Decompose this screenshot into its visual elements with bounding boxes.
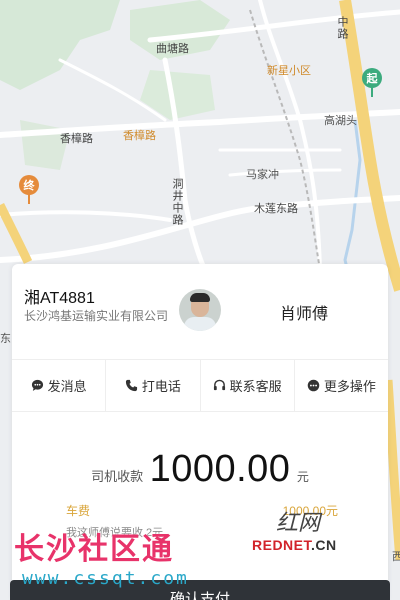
origin-pin-label: 起	[366, 73, 378, 85]
fee-unit: 元	[296, 470, 309, 484]
driver-avatar[interactable]	[179, 289, 221, 331]
driver-info: 湘AT4881 长沙鸿基运输实业有限公司 肖师傅	[12, 264, 388, 360]
map-label-zhong-road: 中路	[336, 16, 348, 40]
more-icon	[307, 379, 320, 392]
map-label-east-edge: 东	[0, 333, 11, 345]
headset-icon	[213, 379, 226, 392]
phone-icon	[125, 379, 138, 392]
map-label-majiachong: 马家冲	[246, 169, 279, 181]
map-label-xinxing: 新星小区	[267, 65, 311, 77]
map-label-xiangzhang-road: 香樟路	[60, 133, 93, 145]
map-label-gaohu: 高湖头	[324, 115, 357, 127]
map-label-dongjing-road: 洞井中路	[171, 178, 183, 226]
driver-name: 肖师傅	[280, 306, 329, 323]
watermark-brand-cn: 红网	[276, 511, 321, 536]
watermark-url: www.cssqt.com	[22, 568, 189, 589]
watermark-brand-en: REDNET.CN	[252, 537, 337, 553]
map-label-mulian-road: 木莲东路	[254, 203, 298, 215]
map-label-qutang-road: 曲塘路	[156, 43, 189, 55]
action-bar: 发消息 打电话 联系客服 更多操作	[12, 360, 388, 412]
watermark-cssqt: 长沙社区通 www.cssqt.com	[14, 524, 189, 589]
watermark-title: 长沙社区通	[14, 533, 174, 566]
destination-pin-label: 终	[23, 180, 35, 192]
origin-pin[interactable]: 起	[362, 68, 382, 88]
customer-service-button[interactable]: 联系客服	[201, 360, 295, 411]
chat-icon	[31, 379, 44, 392]
watermark-brand-suffix: .CN	[311, 537, 337, 553]
watermark-rednet: 红网 REDNET.CN	[252, 505, 372, 565]
fee-line: 司机收款 1000.00 元	[12, 448, 388, 491]
more-actions-label: 更多操作	[323, 379, 376, 394]
fee-amount: 1000.00	[149, 448, 291, 490]
send-message-button[interactable]: 发消息	[12, 360, 107, 411]
more-actions-button[interactable]: 更多操作	[295, 360, 388, 411]
map-label-xiangzhang-road-main: 香樟路	[123, 130, 156, 142]
driver-company: 长沙鸿基运输实业有限公司	[24, 309, 169, 323]
license-plate: 湘AT4881	[24, 290, 95, 307]
destination-pin[interactable]: 终	[19, 175, 39, 195]
destination-pin-stem	[28, 194, 30, 204]
avatar-hair	[190, 293, 210, 302]
send-message-label: 发消息	[47, 379, 87, 394]
origin-pin-stem	[371, 87, 373, 97]
fee-label: 司机收款	[91, 469, 144, 484]
fare-label: 车费	[66, 504, 91, 518]
map-label-west-edge: 西	[392, 551, 400, 563]
call-label: 打电话	[141, 379, 181, 394]
call-button[interactable]: 打电话	[106, 360, 201, 411]
avatar-body	[184, 317, 216, 331]
watermark-brand-en-text: REDNET	[252, 537, 312, 553]
customer-service-label: 联系客服	[229, 379, 282, 394]
